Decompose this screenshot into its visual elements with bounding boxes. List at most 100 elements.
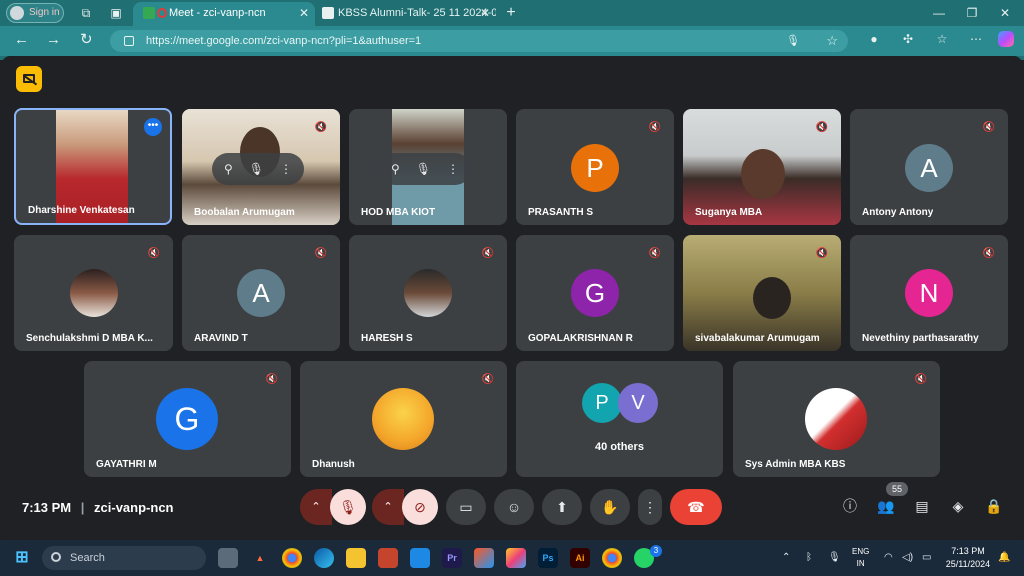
forward-icon[interactable]: →: [46, 32, 61, 48]
copilot-icon[interactable]: [998, 31, 1014, 47]
search-placeholder: Search: [70, 552, 105, 564]
muted-icon: 🔇: [147, 248, 161, 259]
task-view-icon[interactable]: [218, 548, 238, 568]
clock-time: 7:13 PM: [951, 546, 985, 556]
participant-tile[interactable]: ⚲ 🎙 ⋮ 🔇 Boobalan Arumugam: [182, 109, 340, 225]
tab-actions-icon[interactable]: ▣: [108, 5, 124, 21]
mute-participant-icon[interactable]: 🎙: [416, 153, 431, 185]
participant-tile[interactable]: P 🔇 PRASANTH S: [516, 109, 674, 225]
bookmark-star-icon[interactable]: ☆: [826, 30, 838, 52]
app-icon[interactable]: [474, 548, 494, 568]
more-options-icon[interactable]: ⋮: [280, 153, 292, 185]
mute-participant-icon[interactable]: 🎙: [249, 153, 264, 185]
video-options-button[interactable]: ⌃: [372, 489, 404, 525]
illustrator-icon[interactable]: Ai: [570, 548, 590, 568]
microphone-icon[interactable]: 🎙: [828, 552, 841, 563]
participant-tile[interactable]: N 🔇 Nevethiny parthasarathy: [850, 235, 1008, 351]
app-icon[interactable]: [410, 548, 430, 568]
chrome-icon[interactable]: [282, 548, 302, 568]
volume-icon[interactable]: ◁): [902, 552, 913, 563]
extension-icon[interactable]: ●: [866, 31, 882, 47]
participant-name: Antony Antony: [862, 207, 934, 218]
app-icon[interactable]: ▲: [250, 548, 270, 568]
sign-in-button[interactable]: Sign in: [6, 3, 64, 23]
participant-tile[interactable]: 🔇 Senchulakshmi D MBA K...: [14, 235, 173, 351]
reload-icon[interactable]: ↻: [80, 32, 93, 48]
participant-tile[interactable]: G 🔇 GOPALAKRISHNAN R: [516, 235, 674, 351]
audio-options-button[interactable]: ⌃: [300, 489, 332, 525]
participant-tile[interactable]: ⚲ 🎙 ⋮ HOD MBA KIOT: [349, 109, 507, 225]
photoshop-icon[interactable]: Ps: [538, 548, 558, 568]
edge-icon[interactable]: [314, 548, 334, 568]
others-tile[interactable]: P V 40 others: [516, 361, 723, 477]
participant-tile[interactable]: 🔇 HARESH S: [349, 235, 507, 351]
pin-icon[interactable]: ⚲: [391, 153, 400, 185]
participant-tile[interactable]: G 🔇 GAYATHRI M: [84, 361, 291, 477]
muted-icon: 🔇: [648, 122, 662, 133]
participant-tile[interactable]: 🔇 Sys Admin MBA KBS: [733, 361, 940, 477]
system-clock[interactable]: 7:13 PM 25/11/2024: [944, 545, 992, 571]
notifications-icon[interactable]: 🔔: [998, 552, 1010, 563]
participant-photo: [70, 269, 118, 317]
meeting-details-icon[interactable]: ⓘ: [840, 496, 860, 516]
bluetooth-icon[interactable]: ᛒ: [806, 552, 812, 563]
back-icon[interactable]: ←: [14, 32, 29, 48]
address-input[interactable]: https://meet.google.com/zci-vanp-ncn?pli…: [110, 30, 848, 52]
site-info-icon[interactable]: [124, 36, 134, 46]
participant-tile[interactable]: A 🔇 Antony Antony: [850, 109, 1008, 225]
more-options-icon[interactable]: •••: [144, 118, 162, 136]
tab-kbss[interactable]: KBSS Alumni-Talk- 25 11 2024-0 ✕: [318, 2, 496, 26]
favorites-icon[interactable]: ☆: [934, 31, 950, 47]
participant-avatar: V: [618, 383, 658, 423]
taskbar-search[interactable]: Search: [42, 546, 206, 570]
close-window-button[interactable]: ✕: [997, 5, 1013, 21]
chrome-icon[interactable]: [602, 548, 622, 568]
microphone-permission-icon[interactable]: 🎙: [786, 30, 800, 52]
camera-off-button[interactable]: ⊘: [402, 489, 438, 525]
microphone-off-button[interactable]: 🎙: [330, 489, 366, 525]
app-icon[interactable]: [378, 548, 398, 568]
participant-tile[interactable]: 🔇 Dhanush: [300, 361, 507, 477]
meeting-info: 7:13 PM | zci-vanp-ncn: [22, 500, 174, 515]
raise-hand-button[interactable]: ✋: [590, 489, 630, 525]
participant-tile[interactable]: A 🔇 ARAVIND T: [182, 235, 340, 351]
close-tab-icon[interactable]: ✕: [480, 2, 490, 24]
people-icon[interactable]: 👥: [876, 496, 896, 516]
muted-icon: 🔇: [982, 248, 996, 259]
premiere-icon[interactable]: Pr: [442, 548, 462, 568]
start-button[interactable]: ⊞: [12, 548, 32, 568]
present-screen-button[interactable]: ⬆: [542, 489, 582, 525]
host-controls-icon[interactable]: 🔒: [984, 496, 1004, 516]
minimize-button[interactable]: —: [931, 5, 947, 21]
pin-icon[interactable]: ⚲: [224, 153, 233, 185]
file-explorer-icon[interactable]: [346, 548, 366, 568]
captions-button[interactable]: ▭: [446, 489, 486, 525]
participant-tile[interactable]: 🔇 Suganya MBA: [683, 109, 841, 225]
participant-name: Nevethiny parthasarathy: [862, 333, 979, 344]
close-tab-icon[interactable]: ✕: [299, 2, 309, 24]
activities-icon[interactable]: ◈: [948, 496, 968, 516]
participant-tile[interactable]: 🔇 sivabalakumar Arumugam: [683, 235, 841, 351]
maximize-button[interactable]: ❐: [964, 5, 980, 21]
new-tab-button[interactable]: +: [503, 5, 519, 21]
participant-name: Dhanush: [312, 459, 355, 470]
battery-icon[interactable]: ▭: [922, 552, 931, 563]
workspaces-icon[interactable]: ⧉: [78, 5, 94, 21]
more-options-icon[interactable]: ⋮: [447, 153, 459, 185]
meet-favicon-icon: [143, 7, 155, 19]
reactions-button[interactable]: ☺: [494, 489, 534, 525]
tab-meet[interactable]: Meet - zci-vanp-ncn ✕: [133, 2, 315, 26]
sign-in-label: Sign in: [29, 7, 60, 18]
input-language[interactable]: ENG IN: [852, 546, 869, 570]
leave-call-button[interactable]: ☎: [670, 489, 722, 525]
participant-name: Suganya MBA: [695, 207, 763, 218]
wifi-icon[interactable]: ◠: [884, 552, 893, 563]
meet-stage: ••• Dharshine Venkatesan ⚲ 🎙 ⋮ 🔇 Boobala…: [2, 56, 1022, 540]
participant-tile[interactable]: ••• Dharshine Venkatesan: [14, 108, 172, 225]
more-options-button[interactable]: ⋮: [638, 489, 662, 525]
menu-icon[interactable]: ⋯: [968, 31, 984, 47]
chat-icon[interactable]: ▤: [912, 496, 932, 516]
extensions-puzzle-icon[interactable]: ✣: [900, 31, 916, 47]
show-hidden-icons-icon[interactable]: ⌃: [782, 552, 790, 563]
app-icon[interactable]: [506, 548, 526, 568]
